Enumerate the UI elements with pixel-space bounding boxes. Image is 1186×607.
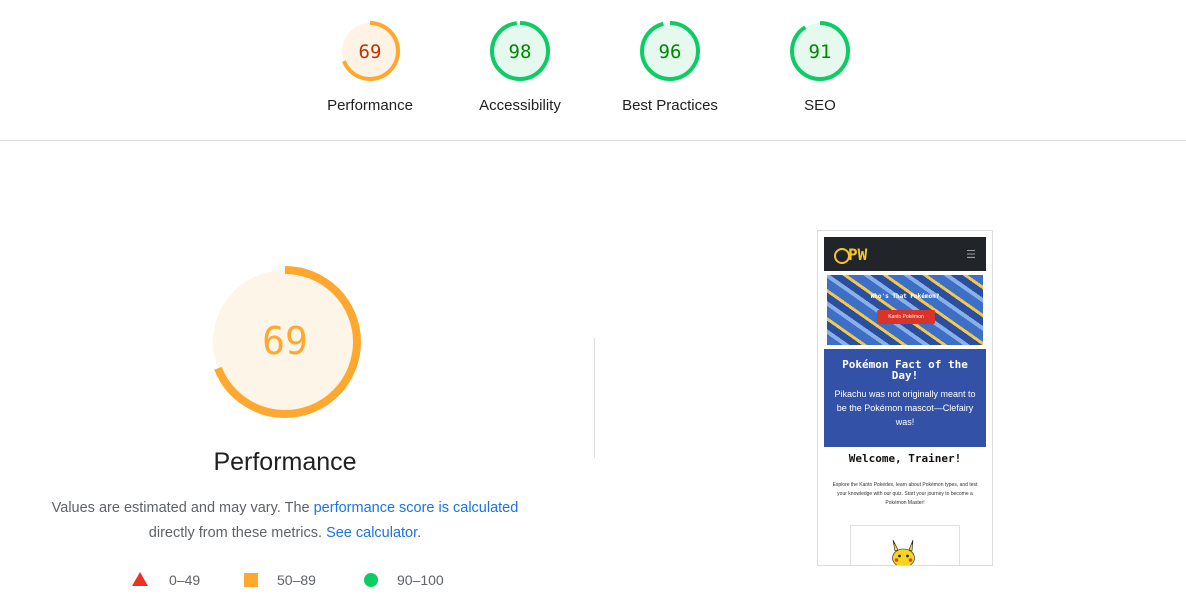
performance-score-link[interactable]: performance score is calculated (314, 500, 519, 516)
square-icon (244, 573, 258, 587)
thumb-welcome-body: Explore the Kanto Pokédex, learn about P… (832, 482, 978, 506)
thumb-hero-button: Kanto Pokémon (877, 310, 935, 324)
gauge-performance-score: 69 (359, 41, 382, 63)
gauge-performance-ring: 69 (340, 21, 400, 81)
description-text-2: directly from these metrics. (148, 525, 327, 541)
see-calculator-link[interactable]: See calculator (326, 525, 417, 541)
gauge-accessibility-ring: 98 (490, 21, 550, 81)
legend-range-pass: 90–100 (397, 572, 444, 588)
thumb-pikachu-card (850, 525, 960, 565)
performance-description: Values are estimated and may vary. The p… (30, 496, 540, 546)
performance-main-gauge: 69 (205, 262, 365, 422)
triangle-icon (132, 572, 148, 586)
circle-icon (364, 573, 378, 587)
legend-range-average: 50–89 (277, 572, 316, 588)
category-gauges-row: 69 Performance 98 Accessibility 96 Best … (0, 0, 1186, 141)
gauge-seo-score: 91 (809, 41, 832, 63)
gauge-seo-ring: 91 (790, 21, 850, 81)
legend-range-fail: 0–49 (169, 572, 201, 588)
gauge-seo[interactable]: 91 SEO (760, 20, 880, 114)
description-text-3: . (417, 525, 422, 541)
thumb-navbar: PW ☰ (824, 237, 986, 271)
score-legend: 0–49 50–89 90–100 (128, 568, 468, 592)
final-screenshot-thumbnail[interactable]: PW ☰ Who's That Pokémon? Kanto Pokémon P… (817, 230, 993, 566)
gauge-best-practices-score: 96 (659, 41, 682, 63)
gauge-best-practices[interactable]: 96 Best Practices (610, 20, 730, 114)
gauge-performance[interactable]: 69 Performance (310, 20, 430, 114)
pikachu-icon (892, 539, 915, 565)
gauge-seo-label: SEO (804, 97, 836, 114)
menu-icon: ☰ (966, 249, 976, 261)
thumb-welcome-title: Welcome, Trainer! (848, 452, 962, 465)
thumb-fact-box: Pokémon Fact of the Day! Pikachu was not… (824, 349, 986, 447)
description-text-1: Values are estimated and may vary. The (51, 500, 314, 516)
gauge-accessibility[interactable]: 98 Accessibility (460, 20, 580, 114)
thumb-hero-banner: Who's That Pokémon? Kanto Pokémon (827, 275, 983, 345)
performance-main-score: 69 (262, 319, 308, 363)
thumb-logo: PW (848, 245, 868, 264)
section-divider (594, 338, 595, 458)
thumb-fact-title: Pokémon Fact of the Day! (842, 358, 968, 382)
gauge-accessibility-score: 98 (509, 41, 532, 63)
performance-main-ring: 69 (209, 266, 361, 418)
gauge-best-practices-ring: 96 (640, 21, 700, 81)
thumb-hero-title: Who's That Pokémon? (870, 293, 940, 300)
gauge-accessibility-label: Accessibility (479, 97, 561, 114)
performance-title: Performance (213, 448, 357, 476)
gauge-performance-label: Performance (327, 97, 413, 114)
thumb-fact-body: Pikachu was not originally meant to be t… (834, 389, 976, 427)
gauge-best-practices-label: Best Practices (622, 97, 718, 114)
